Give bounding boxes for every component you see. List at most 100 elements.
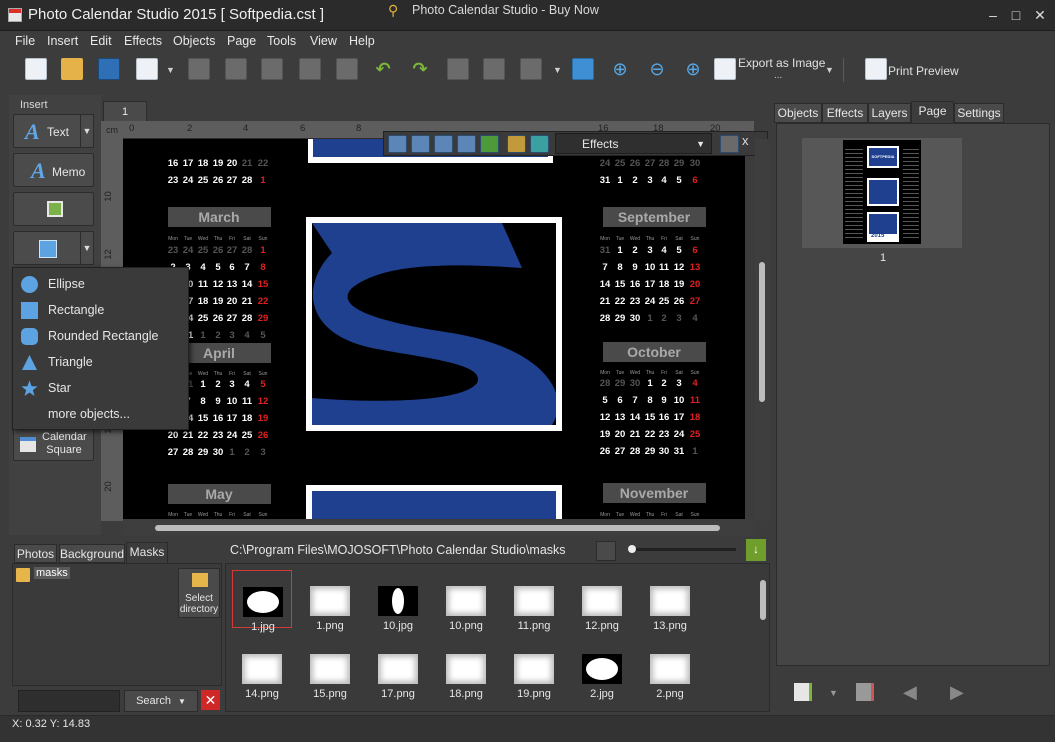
delete-page-icon[interactable] <box>188 58 210 80</box>
gallery-scroll-thumb[interactable] <box>760 580 766 620</box>
mask-item[interactable]: 2.jpg <box>572 638 632 700</box>
download-icon[interactable]: ↓ <box>746 539 766 561</box>
menu-tools[interactable]: Tools <box>267 34 296 48</box>
menu-item-rectangle[interactable]: Rectangle <box>13 297 188 323</box>
crop-icon[interactable] <box>388 135 407 153</box>
tab-masks[interactable]: Masks <box>126 542 168 563</box>
effects-close-button[interactable]: x <box>742 133 749 148</box>
tab-background[interactable]: Background <box>59 544 125 563</box>
add-page-dropdown-arrow[interactable]: ▼ <box>829 688 838 698</box>
tab-page[interactable]: Page <box>911 101 954 123</box>
thumbnail-size-slider-knob[interactable] <box>628 545 636 553</box>
calendar-canvas[interactable]: 16 17 18 19 20 21 22 23 24 25 26 27 28 1 24 25 26 27 28 29 3… <box>123 139 745 519</box>
tab-objects[interactable]: Objects <box>774 103 822 123</box>
undo-icon[interactable]: ↶ <box>372 58 394 80</box>
refresh-icon[interactable] <box>530 135 549 153</box>
flip-horizontal-icon[interactable] <box>434 135 453 153</box>
mask-item[interactable]: 10.png <box>436 570 496 632</box>
align-icon[interactable] <box>520 58 542 80</box>
ungroup-icon[interactable] <box>483 58 505 80</box>
folder-tree-item-masks[interactable]: masks <box>34 567 70 579</box>
zoom-out-icon[interactable]: ⊖ <box>646 58 668 80</box>
align-dropdown-arrow[interactable]: ▼ <box>553 65 562 75</box>
insert-shape-button[interactable] <box>13 231 81 265</box>
zoom-in-icon[interactable]: ⊕ <box>609 58 631 80</box>
delete-page-icon[interactable] <box>856 683 874 701</box>
bring-forward-icon[interactable] <box>261 58 283 80</box>
move-page-left-icon[interactable]: ◀ <box>903 682 917 703</box>
add-page-dropdown-arrow[interactable]: ▼ <box>166 65 175 75</box>
menu-insert[interactable]: Insert <box>47 34 78 48</box>
menu-edit[interactable]: Edit <box>90 34 112 48</box>
menu-effects[interactable]: Effects <box>124 34 162 48</box>
search-button[interactable]: Search ▼ <box>124 690 198 712</box>
menu-file[interactable]: File <box>15 34 35 48</box>
search-input[interactable] <box>18 690 120 712</box>
insert-shape-dropdown[interactable]: ▼ <box>80 231 94 265</box>
mask-item[interactable]: 17.png <box>368 638 428 700</box>
mask-item[interactable]: 1.png <box>300 570 360 632</box>
export-image-icon[interactable] <box>714 58 736 80</box>
page-tab-1[interactable]: 1 <box>103 101 147 122</box>
insert-calendar-button[interactable]: Calendar Square <box>13 427 94 461</box>
move-page-right-icon[interactable]: ▶ <box>950 682 964 703</box>
mask-item[interactable]: 1.jpg <box>232 570 292 633</box>
zoom-actual-icon[interactable]: ⊕ <box>682 58 704 80</box>
insert-text-button[interactable]: A Text <box>13 114 81 148</box>
menu-item-triangle[interactable]: Triangle <box>13 349 188 375</box>
minimize-button[interactable]: – <box>982 4 1004 26</box>
mask-item[interactable]: 14.png <box>232 638 292 700</box>
menu-objects[interactable]: Objects <box>173 34 215 48</box>
mask-item[interactable]: 13.png <box>640 570 700 632</box>
tab-effects[interactable]: Effects <box>822 103 868 123</box>
clear-search-button[interactable]: ✕ <box>201 690 220 710</box>
menu-item-rounded-rectangle[interactable]: Rounded Rectangle <box>13 323 188 349</box>
page-thumbnail[interactable]: SOFTPEDIA 2015 <box>843 140 921 244</box>
gallery-view-icon[interactable] <box>596 541 616 561</box>
insert-image-button[interactable] <box>13 192 94 226</box>
add-page-icon[interactable] <box>136 58 158 80</box>
open-folder-icon[interactable] <box>61 58 83 80</box>
print-preview-label[interactable]: Print Preview <box>888 64 959 78</box>
mask-item[interactable]: 11.png <box>504 570 564 632</box>
menu-page[interactable]: Page <box>227 34 256 48</box>
thumbnail-size-slider[interactable] <box>632 548 736 551</box>
maximize-button[interactable]: □ <box>1005 4 1027 26</box>
canvas-vertical-scroll-thumb[interactable] <box>759 262 765 402</box>
print-preview-icon[interactable] <box>865 58 887 80</box>
group-icon[interactable] <box>447 58 469 80</box>
redo-icon[interactable]: ↷ <box>409 58 431 80</box>
mask-item[interactable]: 2.png <box>640 638 700 700</box>
mask-item[interactable]: 12.png <box>572 570 632 632</box>
fit-icon[interactable] <box>480 135 499 153</box>
export-dropdown-arrow[interactable]: ▼ <box>825 65 834 75</box>
menu-item-more-objects[interactable]: more objects... <box>13 401 188 427</box>
pencil-icon[interactable] <box>411 135 430 153</box>
menu-item-ellipse[interactable]: Ellipse <box>13 271 188 297</box>
replace-image-icon[interactable] <box>507 135 526 153</box>
menu-item-star[interactable]: Star <box>13 375 188 401</box>
new-document-icon[interactable] <box>25 58 47 80</box>
add-page-icon[interactable] <box>794 683 812 701</box>
buy-now-link[interactable]: Photo Calendar Studio - Buy Now <box>412 3 599 17</box>
tab-photos[interactable]: Photos <box>14 544 57 563</box>
effects-dropdown[interactable]: Effects ▼ <box>555 133 712 154</box>
mask-item[interactable]: 10.jpg <box>368 570 428 632</box>
close-button[interactable]: ✕ <box>1029 4 1051 26</box>
bring-to-front-icon[interactable] <box>225 58 247 80</box>
menu-view[interactable]: View <box>310 34 337 48</box>
mask-item[interactable]: 19.png <box>504 638 564 700</box>
export-as-image-label[interactable]: Export as Image <box>738 56 825 70</box>
send-backward-icon[interactable] <box>299 58 321 80</box>
tab-layers[interactable]: Layers <box>868 103 911 123</box>
send-to-back-icon[interactable] <box>336 58 358 80</box>
menu-help[interactable]: Help <box>349 34 375 48</box>
zoom-fit-icon[interactable] <box>572 58 594 80</box>
mask-item[interactable]: 15.png <box>300 638 360 700</box>
effects-settings-icon[interactable] <box>720 135 739 153</box>
mask-item[interactable]: 18.png <box>436 638 496 700</box>
save-icon[interactable] <box>98 58 120 80</box>
canvas-horizontal-scroll-thumb[interactable] <box>155 525 720 531</box>
insert-text-dropdown[interactable]: ▼ <box>80 114 94 148</box>
flip-vertical-icon[interactable] <box>457 135 476 153</box>
